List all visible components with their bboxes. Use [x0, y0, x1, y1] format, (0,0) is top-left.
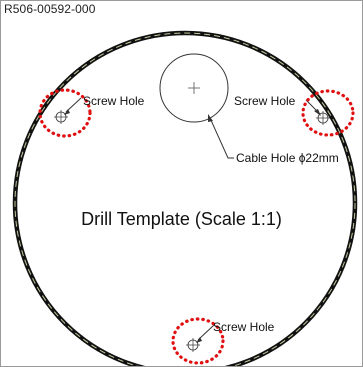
cable-hole-leader	[208, 114, 234, 159]
screw-hole-bottom	[186, 324, 215, 352]
drill-template-sheet: R506-00592-000 Screw Hole Screw Hole Scr…	[0, 0, 363, 367]
template-outline-circle	[12, 30, 358, 366]
screw-hole-left	[54, 97, 82, 124]
screw-hole-right-label: Screw Hole	[234, 94, 296, 108]
screw-hole-bottom-label: Screw Hole	[213, 320, 275, 334]
cable-hole	[159, 53, 229, 123]
cable-hole-label: Cable Hole ϕ22mm	[236, 151, 339, 165]
template-title: Drill Template (Scale 1:1)	[81, 209, 282, 229]
template-drawing	[12, 30, 358, 366]
screw-hole-left-label: Screw Hole	[83, 94, 145, 108]
